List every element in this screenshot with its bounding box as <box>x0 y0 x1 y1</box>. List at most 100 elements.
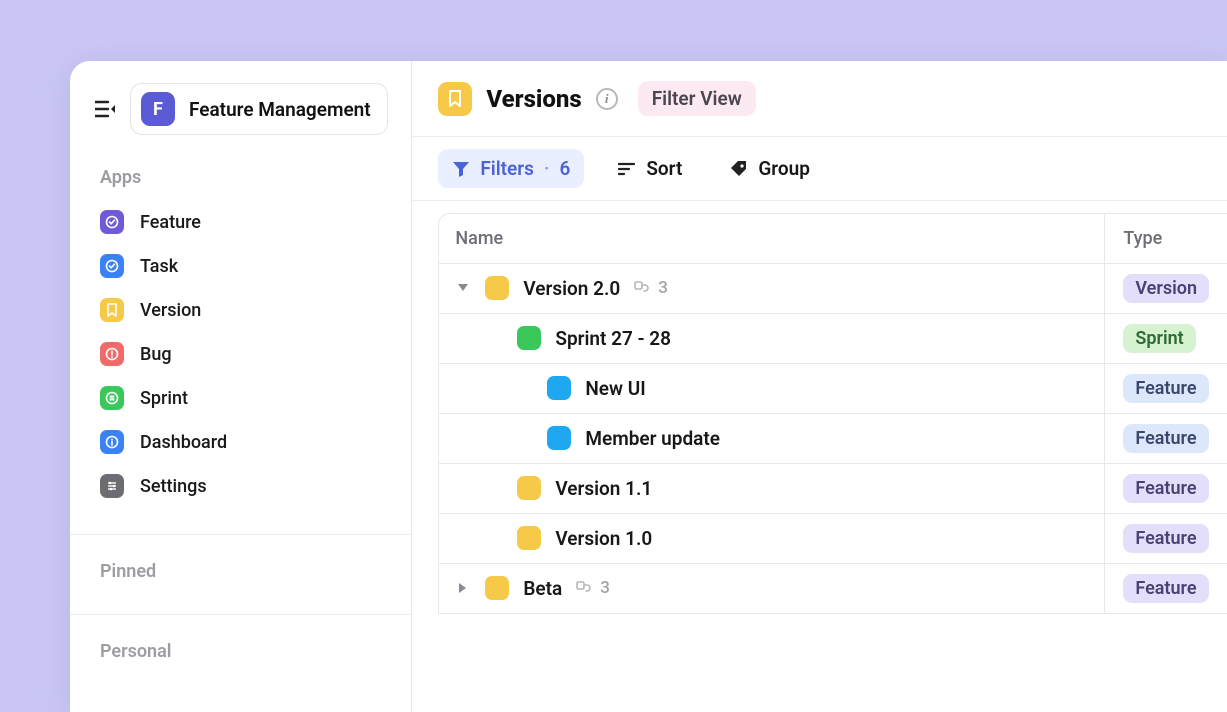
subitem-count: 3 <box>576 578 610 598</box>
cell-name-inner: New UI <box>439 364 1104 412</box>
chevron-down-icon[interactable] <box>455 284 471 292</box>
alert-icon <box>100 342 124 366</box>
check-circle-icon <box>100 210 124 234</box>
item-color-icon <box>485 576 509 600</box>
versions-table: Name Type Version 2.0 3 Version Sprint 27 -… <box>438 213 1227 614</box>
cell-name-inner: Sprint 27 - 28 <box>439 314 1104 362</box>
divider <box>70 534 411 535</box>
tag-icon <box>730 160 748 178</box>
sidebar-item-bug[interactable]: Bug <box>86 332 395 376</box>
section-header-pinned: Pinned <box>70 551 411 590</box>
table-header: Name Type <box>439 214 1227 264</box>
sidebar-item-feature[interactable]: Feature <box>86 200 395 244</box>
page-title: Versions <box>486 85 581 113</box>
filters-button[interactable]: Filters · 6 <box>438 149 584 188</box>
sidebar-item-task[interactable]: Task <box>86 244 395 288</box>
divider <box>70 614 411 615</box>
nav-label: Sprint <box>140 388 188 409</box>
chevron-right-icon[interactable] <box>455 583 471 593</box>
cell-type: Feature <box>1105 464 1227 513</box>
sidebar-item-settings[interactable]: Settings <box>86 464 395 508</box>
table-wrap: Name Type Version 2.0 3 Version Sprint 27 -… <box>412 201 1227 712</box>
type-badge: Feature <box>1123 374 1208 403</box>
cell-type: Feature <box>1105 364 1227 413</box>
cell-type: Feature <box>1105 414 1227 463</box>
view-toolbar: Filters · 6 Sort Group <box>412 137 1227 201</box>
cell-type: Feature <box>1105 514 1227 563</box>
row-label: Member update <box>585 427 720 450</box>
cell-name: Version 1.1 <box>439 464 1105 513</box>
nav-label: Settings <box>140 476 207 497</box>
table-row[interactable]: Beta 3 Feature <box>439 564 1227 614</box>
cell-name: New UI <box>439 364 1105 413</box>
sort-button[interactable]: Sort <box>604 149 696 188</box>
table-row[interactable]: Member update Feature <box>439 414 1227 464</box>
sidebar-item-version[interactable]: Version <box>86 288 395 332</box>
type-badge: Sprint <box>1123 324 1195 353</box>
nav-label: Task <box>140 256 178 277</box>
column-header-type[interactable]: Type <box>1105 214 1227 263</box>
sliders-icon <box>100 474 124 498</box>
row-label: Version 1.1 <box>555 477 652 500</box>
nav-label: Feature <box>140 212 201 233</box>
list-icon <box>100 386 124 410</box>
cell-type: Feature <box>1105 564 1227 613</box>
funnel-icon <box>452 161 470 177</box>
cell-type: Version <box>1105 264 1227 313</box>
table-row[interactable]: Version 1.0 Feature <box>439 514 1227 564</box>
page-header: Versions i Filter View <box>412 61 1227 137</box>
column-header-name[interactable]: Name <box>439 214 1105 263</box>
cell-name: Sprint 27 - 28 <box>439 314 1105 363</box>
sidebar-item-sprint[interactable]: Sprint <box>86 376 395 420</box>
item-color-icon <box>547 376 571 400</box>
info-icon[interactable]: i <box>596 88 618 110</box>
row-label: New UI <box>585 377 645 400</box>
section-header-personal: Personal <box>70 631 411 670</box>
cell-name-inner: Version 1.1 <box>439 464 1104 512</box>
nav-label: Dashboard <box>140 432 227 453</box>
type-badge: Feature <box>1123 424 1208 453</box>
group-button[interactable]: Group <box>716 149 824 188</box>
main-pane: Versions i Filter View Filters · 6 Sort … <box>412 61 1227 712</box>
cell-name-inner: Version 1.0 <box>439 514 1104 562</box>
cell-name-inner: Member update <box>439 414 1104 462</box>
section-header-apps: Apps <box>70 157 411 196</box>
row-label: Sprint 27 - 28 <box>555 327 671 350</box>
apps-list: Feature Task Version Bug <box>70 196 411 528</box>
check-circle-icon <box>100 254 124 278</box>
type-badge: Version <box>1123 274 1209 303</box>
filters-count: 6 <box>559 157 570 180</box>
workspace-switcher[interactable]: F Feature Management <box>130 83 388 135</box>
sidebar-header: F Feature Management <box>70 61 411 157</box>
page-bookmark-icon <box>438 82 472 116</box>
table-row[interactable]: Version 2.0 3 Version <box>439 264 1227 314</box>
nav-label: Bug <box>140 344 172 365</box>
type-badge: Feature <box>1123 474 1208 503</box>
nav-label: Version <box>140 300 201 321</box>
item-color-icon <box>517 526 541 550</box>
table-row[interactable]: Sprint 27 - 28 Sprint <box>439 314 1227 364</box>
cell-name-inner: Beta 3 <box>439 564 1104 612</box>
sidebar-item-dashboard[interactable]: Dashboard <box>86 420 395 464</box>
type-badge: Feature <box>1123 524 1208 553</box>
item-color-icon <box>517 476 541 500</box>
group-label: Group <box>758 157 810 180</box>
item-color-icon <box>485 276 509 300</box>
sidebar: F Feature Management Apps Feature Task <box>70 61 412 712</box>
subitem-count-value: 3 <box>658 278 668 298</box>
app-window: F Feature Management Apps Feature Task <box>70 61 1227 712</box>
subitem-count: 3 <box>634 278 668 298</box>
table-body: Version 2.0 3 Version Sprint 27 - 28 Sprint N… <box>439 264 1227 614</box>
cell-name: Version 2.0 3 <box>439 264 1105 313</box>
cell-name: Member update <box>439 414 1105 463</box>
workspace-icon: F <box>141 92 175 126</box>
table-row[interactable]: New UI Feature <box>439 364 1227 414</box>
row-label: Version 2.0 <box>523 277 620 300</box>
table-row[interactable]: Version 1.1 Feature <box>439 464 1227 514</box>
row-label: Beta <box>523 577 562 600</box>
item-color-icon <box>517 326 541 350</box>
sidebar-collapse-button[interactable] <box>94 100 116 118</box>
item-color-icon <box>547 426 571 450</box>
type-badge: Feature <box>1123 574 1208 603</box>
filter-view-badge[interactable]: Filter View <box>638 81 756 116</box>
